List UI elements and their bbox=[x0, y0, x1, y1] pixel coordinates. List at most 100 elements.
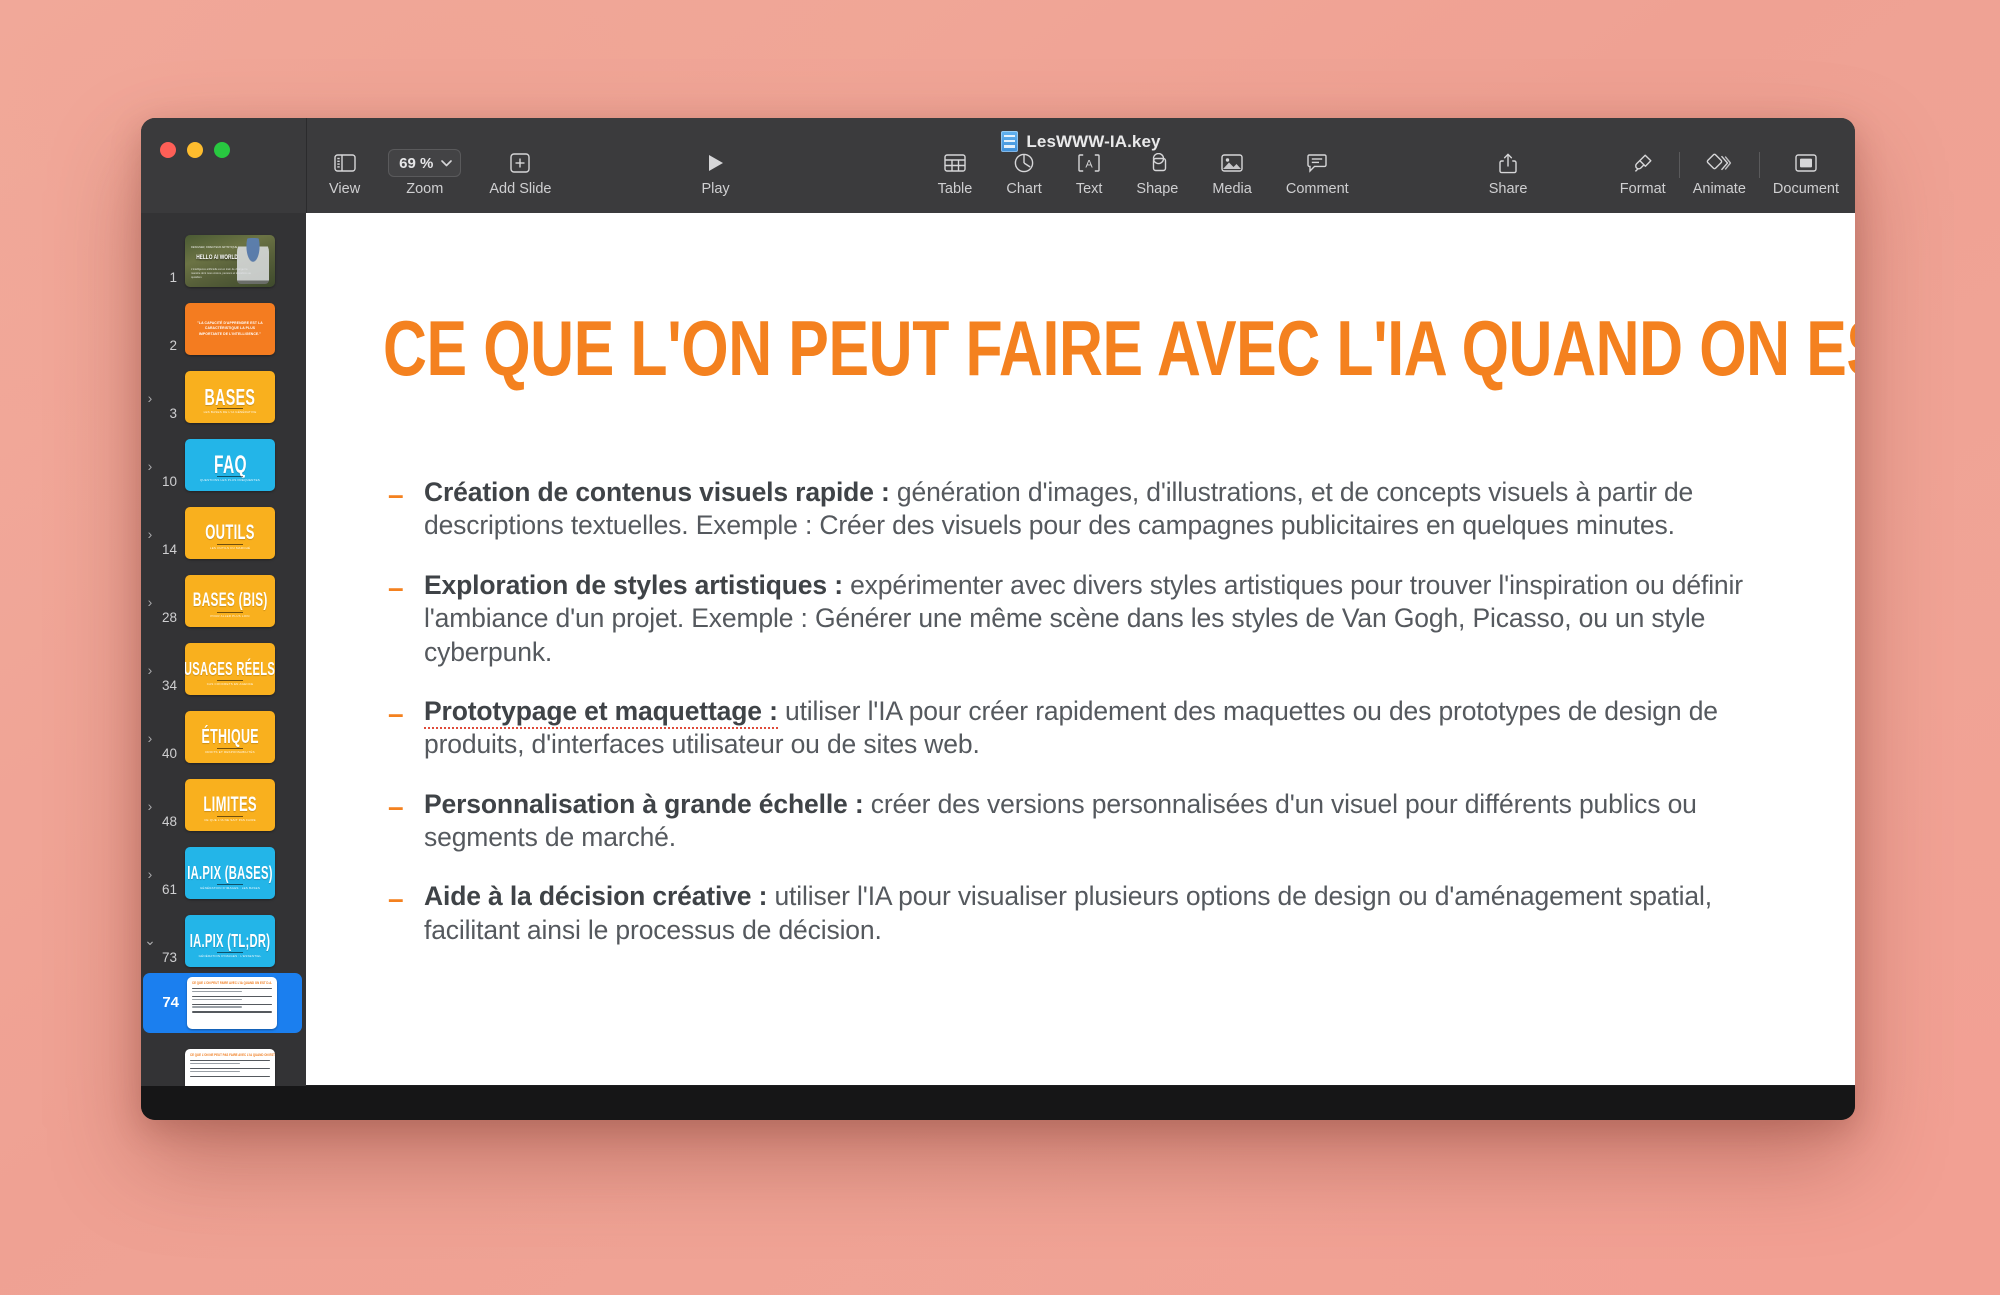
list-item[interactable]: › 61 IA.PIX (BASES) GÉNÉRATION D'IMAGES … bbox=[141, 837, 306, 899]
slide-number: 1 bbox=[169, 270, 177, 285]
slide-number: 14 bbox=[161, 542, 177, 557]
shape-label: Shape bbox=[1136, 181, 1179, 197]
list-item[interactable]: › 48 LIMITES CE QUE L'IA NE SAIT PAS FAI… bbox=[141, 769, 306, 831]
page-title[interactable]: CE QUE L'ON PEUT FAIRE AVEC L'IA QUAND O… bbox=[383, 309, 1855, 387]
minimize-icon[interactable] bbox=[187, 142, 203, 158]
format-label: Format bbox=[1619, 181, 1666, 197]
bullet-dash-icon: – bbox=[388, 697, 404, 729]
slide-number: 3 bbox=[169, 406, 177, 421]
comment-bubble-icon bbox=[1306, 150, 1328, 176]
bullet-list[interactable]: – Création de contenus visuels rapide : … bbox=[388, 476, 1788, 973]
slide-thumbnail[interactable]: BASES LES BASES DE L'IA GÉNÉRATIVE bbox=[185, 371, 275, 423]
list-item-selected[interactable]: 74 CE QUE L'ON PEUT FAIRE AVEC L'IA QUAN… bbox=[143, 973, 302, 1033]
slide-thumbnail[interactable]: CE QUE L'ON PEUT FAIRE AVEC L'IA QUAND O… bbox=[187, 977, 277, 1029]
thumb-rule bbox=[217, 544, 243, 545]
slide-navigator[interactable]: 1 DESIGNER, DIRECTEUR ARTISTIQUE HELLO A… bbox=[141, 213, 306, 1086]
slide-thumbnail[interactable]: IA.PIX (TL;DR) GÉNÉRATION D'IMAGES : L'E… bbox=[185, 915, 275, 967]
slide-number: 74 bbox=[162, 993, 179, 1011]
bullet-dash-icon: – bbox=[388, 883, 404, 915]
thumb-subtitle: POUR ALLER PLUS LOIN bbox=[210, 614, 250, 618]
keynote-window: LesWWW-IA.key View 69 % Zoom Add Slide P… bbox=[141, 118, 1855, 1120]
zoom-control[interactable]: 69 % Zoom bbox=[388, 149, 462, 197]
slide-thumbnail[interactable]: "LA CAPACITÉ D'APPRENDRE EST LA CARACTÉR… bbox=[185, 303, 275, 355]
list-item[interactable]: › 40 ÉTHIQUE DROITS ET RESPONSABILITÉS bbox=[141, 701, 306, 763]
list-item[interactable]: › 3 BASES LES BASES DE L'IA GÉNÉRATIVE bbox=[141, 361, 306, 423]
disclosure-triangle-icon[interactable]: › bbox=[141, 459, 159, 491]
thumb-title: ÉTHIQUE bbox=[201, 725, 259, 748]
slide-thumbnail[interactable]: ÉTHIQUE DROITS ET RESPONSABILITÉS bbox=[185, 711, 275, 763]
text-button[interactable]: A Text bbox=[1075, 150, 1103, 197]
titlebar-left bbox=[141, 118, 306, 213]
thumb-rule bbox=[217, 408, 243, 409]
list-item[interactable]: – Prototypage et maquettage : utiliser l… bbox=[388, 695, 1788, 762]
shape-button[interactable]: Shape bbox=[1136, 150, 1178, 197]
list-item[interactable]: 2 "LA CAPACITÉ D'APPRENDRE EST LA CARACT… bbox=[141, 293, 306, 355]
toolbar-items: View 69 % Zoom Add Slide Play Table Char… bbox=[307, 149, 1855, 213]
media-button[interactable]: Media bbox=[1212, 150, 1252, 197]
document-label: Document bbox=[1772, 181, 1839, 197]
play-triangle-icon bbox=[707, 150, 725, 176]
slide-thumbnail[interactable]: LIMITES CE QUE L'IA NE SAIT PAS FAIRE bbox=[185, 779, 275, 831]
slide-thumbnail[interactable]: BASES (BIS) POUR ALLER PLUS LOIN bbox=[185, 575, 275, 627]
document-title[interactable]: LesWWW-IA.key bbox=[307, 131, 1855, 152]
slide-thumbnail[interactable]: USAGES RÉELS CAS CONCRETS EN AGENCE bbox=[185, 643, 275, 695]
bullet-text[interactable]: Création de contenus visuels rapide : gé… bbox=[424, 476, 1788, 543]
chevron-down-icon bbox=[441, 159, 453, 166]
list-item[interactable]: 1 DESIGNER, DIRECTEUR ARTISTIQUE HELLO A… bbox=[141, 225, 306, 287]
animate-button[interactable]: Animate bbox=[1693, 150, 1746, 197]
table-button[interactable]: Table bbox=[938, 150, 972, 197]
list-item[interactable]: ⌄ 73 IA.PIX (TL;DR) GÉNÉRATION D'IMAGES … bbox=[141, 905, 306, 967]
zoom-value-chip[interactable]: 69 % bbox=[388, 149, 462, 177]
list-item[interactable]: › 10 FAQ QUESTIONS LES PLUS FRÉQUENTES bbox=[141, 429, 306, 491]
zoom-label: Zoom bbox=[406, 181, 444, 197]
list-item[interactable]: – Création de contenus visuels rapide : … bbox=[388, 476, 1788, 543]
slide-thumbnail[interactable]: CE QUE L'ON NE PEUT PAS FAIRE AVEC L'IA … bbox=[185, 1049, 275, 1086]
list-item[interactable]: › 28 BASES (BIS) POUR ALLER PLUS LOIN bbox=[141, 565, 306, 627]
chart-button[interactable]: Chart bbox=[1006, 150, 1042, 197]
thumb-title: OUTILS bbox=[205, 521, 255, 544]
slide-thumbnail[interactable]: IA.PIX (BASES) GÉNÉRATION D'IMAGES : LES… bbox=[185, 847, 275, 899]
disclosure-triangle-icon[interactable]: › bbox=[141, 595, 159, 627]
comment-button[interactable]: Comment bbox=[1286, 150, 1349, 197]
disclosure-triangle-icon[interactable]: › bbox=[141, 867, 159, 899]
bullet-text[interactable]: Prototypage et maquettage : utiliser l'I… bbox=[424, 695, 1788, 762]
maximize-icon[interactable] bbox=[214, 142, 230, 158]
slide-thumbnail[interactable]: OUTILS LES OUTILS DU MARCHÉ bbox=[185, 507, 275, 559]
list-item[interactable]: › 14 OUTILS LES OUTILS DU MARCHÉ bbox=[141, 497, 306, 559]
list-item[interactable]: – Aide à la décision créative : utiliser… bbox=[388, 880, 1788, 947]
table-icon bbox=[944, 150, 966, 176]
bullet-text[interactable]: Personnalisation à grande échelle : crée… bbox=[424, 788, 1788, 855]
disclosure-triangle-icon[interactable]: › bbox=[141, 799, 159, 831]
slide-thumbnail[interactable]: DESIGNER, DIRECTEUR ARTISTIQUE HELLO AI … bbox=[185, 235, 275, 287]
add-slide-button[interactable]: Add Slide bbox=[489, 150, 551, 197]
disclosure-triangle-icon[interactable]: › bbox=[141, 391, 159, 423]
list-item[interactable]: – Exploration de styles artistiques : ex… bbox=[388, 569, 1788, 669]
bullet-text[interactable]: Aide à la décision créative : utiliser l… bbox=[424, 880, 1788, 947]
thumb-line bbox=[190, 1075, 270, 1077]
traffic-lights[interactable] bbox=[160, 142, 230, 158]
text-label: Text bbox=[1075, 181, 1103, 197]
view-button[interactable]: View bbox=[329, 150, 360, 197]
list-item[interactable]: 75 CE QUE L'ON NE PEUT PAS FAIRE AVEC L'… bbox=[141, 1039, 306, 1086]
list-item[interactable]: – Personnalisation à grande échelle : cr… bbox=[388, 788, 1788, 855]
thumb-subtitle: DROITS ET RESPONSABILITÉS bbox=[205, 750, 255, 754]
animate-diamonds-icon bbox=[1706, 150, 1732, 176]
thumb-title: IA.PIX (BASES) bbox=[187, 862, 273, 883]
bullet-lead: Aide à la décision créative : bbox=[424, 881, 768, 912]
disclosure-triangle-icon[interactable]: › bbox=[141, 527, 159, 559]
list-item[interactable]: › 34 USAGES RÉELS CAS CONCRETS EN AGENCE bbox=[141, 633, 306, 695]
window-body: 1 DESIGNER, DIRECTEUR ARTISTIQUE HELLO A… bbox=[141, 213, 1855, 1086]
format-button[interactable]: Format bbox=[1620, 150, 1666, 197]
play-button[interactable]: Play bbox=[701, 150, 730, 197]
slide-thumbnail[interactable]: FAQ QUESTIONS LES PLUS FRÉQUENTES bbox=[185, 439, 275, 491]
disclosure-triangle-icon[interactable]: › bbox=[141, 663, 159, 695]
disclosure-triangle-icon[interactable]: ⌄ bbox=[141, 933, 159, 967]
thumb-rule bbox=[217, 952, 243, 953]
disclosure-triangle-icon[interactable]: › bbox=[141, 731, 159, 763]
slide-canvas-area[interactable]: CE QUE L'ON PEUT FAIRE AVEC L'IA QUAND O… bbox=[306, 213, 1855, 1086]
share-button[interactable]: Share bbox=[1489, 150, 1527, 197]
close-icon[interactable] bbox=[160, 142, 176, 158]
document-button[interactable]: Document bbox=[1773, 150, 1839, 197]
slide-canvas[interactable]: CE QUE L'ON PEUT FAIRE AVEC L'IA QUAND O… bbox=[306, 213, 1855, 1085]
bullet-text[interactable]: Exploration de styles artistiques : expé… bbox=[424, 569, 1788, 669]
